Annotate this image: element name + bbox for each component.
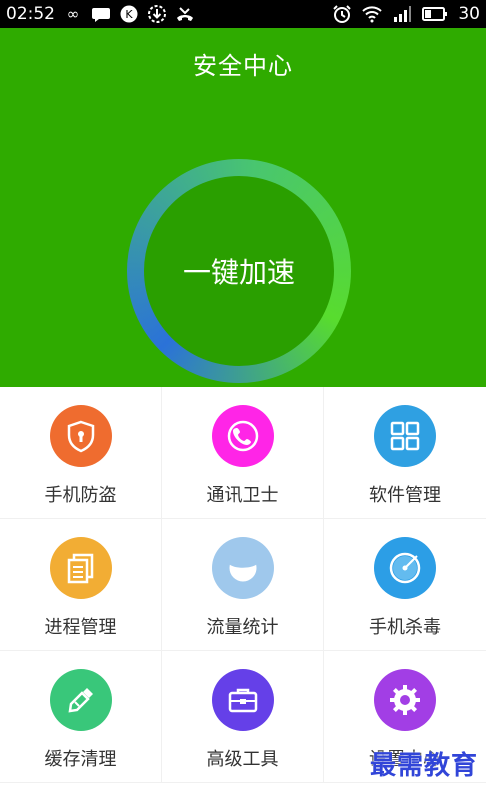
feature-label: 软件管理 [369, 485, 441, 506]
feature-advanced-tools[interactable]: 高级工具 [162, 651, 324, 783]
radar-icon [374, 537, 436, 599]
hero-panel: 安全中心 一键加速 [0, 28, 486, 387]
alarm-icon [332, 4, 352, 24]
status-time: 02:52 [6, 4, 55, 24]
feature-label: 流量统计 [206, 617, 279, 638]
battery-icon [422, 4, 448, 24]
feature-label: 缓存清理 [44, 749, 117, 770]
phone-icon [211, 405, 274, 467]
feature-software-manager[interactable]: 软件管理 [324, 387, 486, 519]
feature-cache-cleaner[interactable]: 缓存清理 [0, 651, 162, 783]
documents-icon [49, 537, 112, 599]
page-title: 安全中心 [193, 52, 293, 80]
feature-label: 进程管理 [44, 617, 117, 638]
svg-text:K: K [125, 8, 133, 21]
signal-icon [392, 4, 412, 24]
feature-label: 高级工具 [206, 749, 279, 770]
wifi-icon [362, 4, 383, 24]
shield-icon [49, 405, 112, 467]
gear-icon [374, 669, 436, 731]
feature-traffic-stats[interactable]: 流量统计 [162, 519, 324, 651]
battery-level: 30 [458, 4, 480, 24]
missed-call-icon [175, 4, 195, 24]
infinity-icon: ∞ [66, 4, 80, 23]
feature-communication-guard[interactable]: 通讯卫士 [162, 387, 324, 519]
chat-bubble-icon [91, 4, 111, 24]
flow-gauge-icon [211, 537, 274, 599]
feature-antivirus[interactable]: 手机杀毒 [324, 519, 486, 651]
apps-grid-icon [374, 405, 436, 467]
k-badge-icon: K [119, 4, 139, 24]
feature-label: 手机杀毒 [369, 617, 441, 638]
feature-grid: 手机防盗 通讯卫士 软件管理 进程管理 流量统计 手机杀毒 缓存清理 高级工具 … [0, 387, 486, 794]
feature-label: 通讯卫士 [206, 485, 279, 506]
feature-label: 手机防盗 [44, 485, 117, 506]
feature-anti-theft[interactable]: 手机防盗 [0, 387, 162, 519]
toolbox-icon [211, 669, 274, 731]
accelerate-label: 一键加速 [144, 176, 334, 366]
watermark: 最需教育 [369, 751, 478, 781]
download-icon [147, 4, 167, 24]
one-key-accelerate-button[interactable]: 一键加速 [127, 159, 351, 383]
status-bar: 02:52 ∞ K 30 [0, 0, 486, 28]
feature-process-manager[interactable]: 进程管理 [0, 519, 162, 651]
brush-icon [49, 669, 112, 731]
